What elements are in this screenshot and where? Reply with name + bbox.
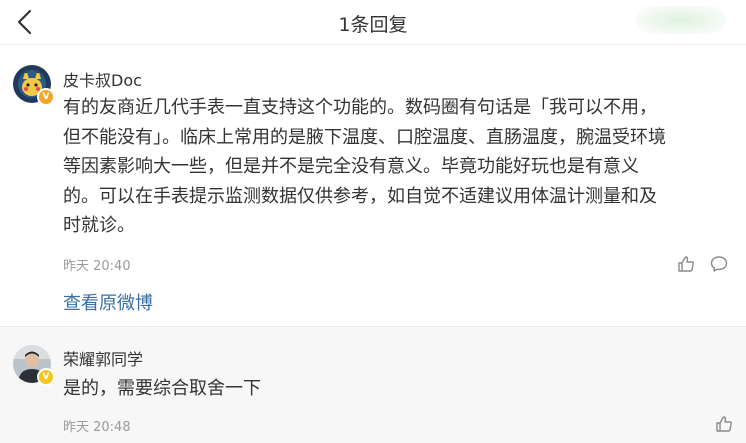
comment-line: 等因素影响大一些，但是并不是完全没有意义。毕竟功能好玩也是有意义 — [63, 156, 639, 177]
thumbs-up-icon — [678, 256, 694, 272]
comment-line: 但不能没有」。临床上常用的是腋下温度、口腔温度、直肠温度，腕温受环境 — [63, 126, 666, 148]
verified-badge-icon: V — [37, 88, 55, 106]
main-commenter-username[interactable]: 皮卡叔Doc — [63, 67, 142, 91]
avatar-main-commenter[interactable]: V — [13, 65, 55, 106]
like-button[interactable] — [676, 254, 696, 274]
comment-button[interactable] — [709, 254, 729, 274]
comment-line: 的。可以在手表提示监测数据仅供参考，如自觉不适建议用体温计测量和及 — [63, 185, 657, 207]
speech-bubble-icon — [710, 256, 728, 272]
decorative-blob — [636, 6, 726, 34]
reply-like-button[interactable] — [714, 414, 734, 434]
verified-badge-icon: V — [37, 368, 55, 386]
page-title: 1条回复 — [338, 14, 408, 36]
main-comment-timestamp: 昨天 20:40 — [63, 259, 131, 274]
comment-line: 有的友商近几代手表一直支持这个功能的。数码圈有句话是「我可以不用， — [63, 97, 657, 118]
reply-author-username[interactable]: 荣耀郭同学 — [63, 346, 143, 370]
reply-text: 是的，需要综合取舍一下 — [63, 378, 261, 399]
reply-timestamp: 昨天 20:48 — [63, 420, 131, 435]
top-bar: 1条回复 — [0, 0, 746, 45]
main-comment-text: 有的友商近几代手表一直支持这个功能的。数码圈有句话是「我可以不用， 但不能没有」… — [63, 93, 738, 241]
comment-line: 时就诊。 — [63, 215, 135, 236]
avatar-reply-author[interactable]: V — [13, 345, 55, 386]
view-original-link[interactable]: 查看原微博 — [63, 289, 153, 315]
thumbs-up-icon — [716, 416, 732, 432]
